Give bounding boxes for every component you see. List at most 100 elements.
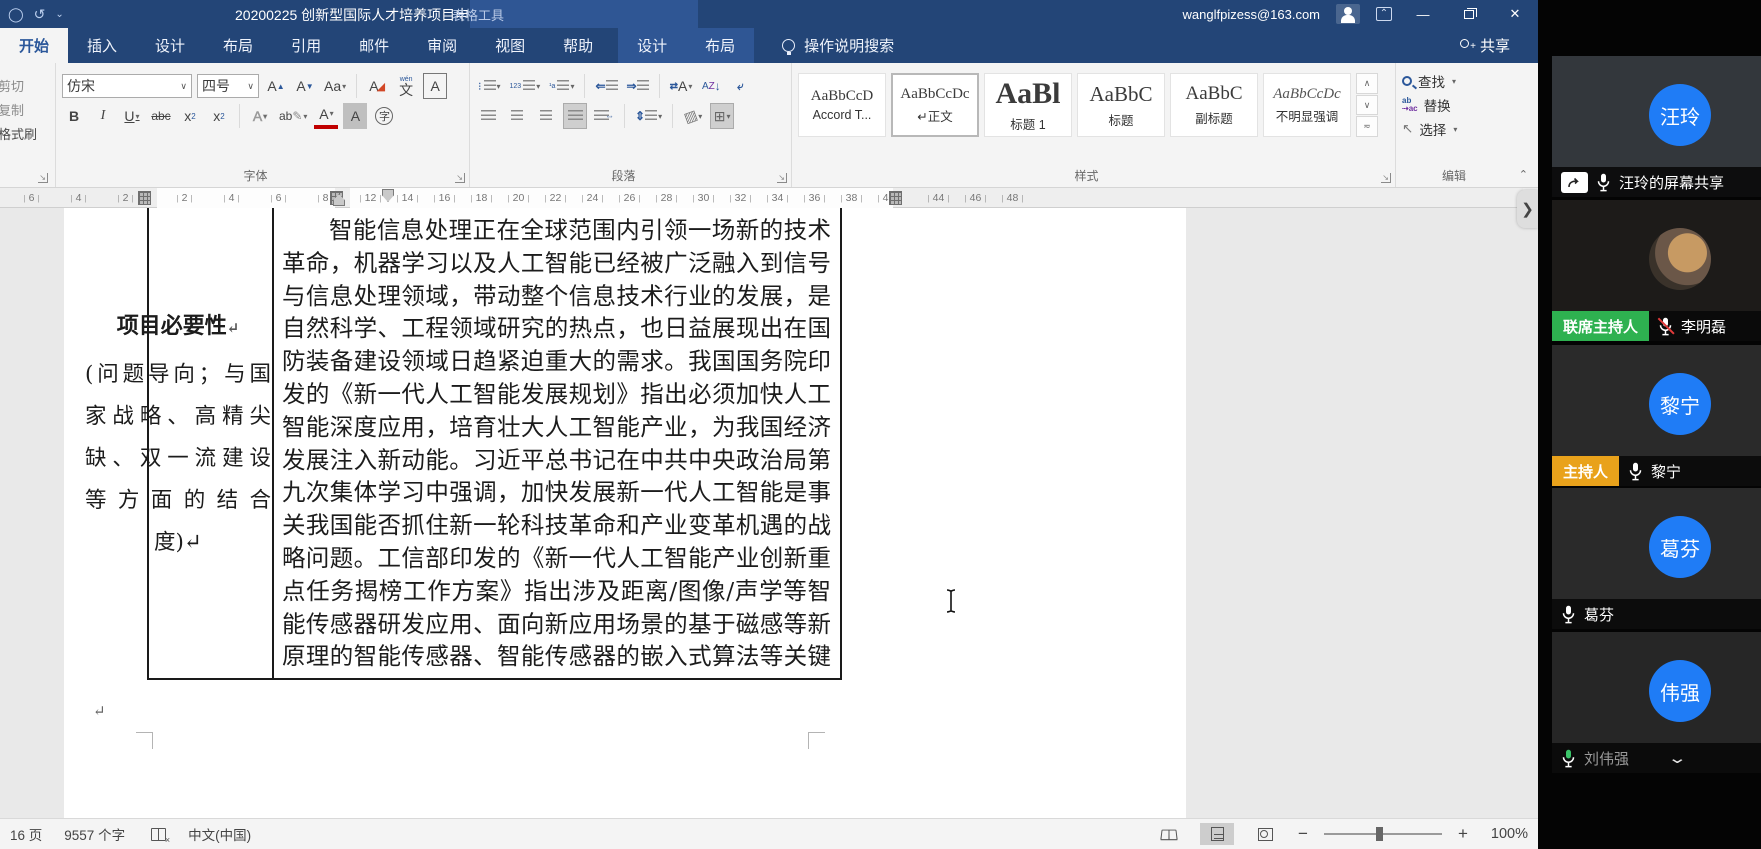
- page-count[interactable]: 16 页: [10, 824, 42, 844]
- bold-button[interactable]: B: [62, 103, 86, 129]
- font-name-combo[interactable]: 仿宋∨: [62, 74, 192, 98]
- character-border-button[interactable]: A: [423, 73, 447, 99]
- participant-tile[interactable]: 葛芬 葛芬: [1552, 488, 1761, 629]
- account-avatar-icon[interactable]: [1336, 4, 1360, 24]
- ribbon-tab[interactable]: 帮助: [544, 28, 612, 63]
- justify-button[interactable]: [563, 103, 587, 129]
- distribute-button[interactable]: ⇔: [592, 103, 616, 129]
- contextual-ribbon-tab[interactable]: 设计: [618, 28, 686, 63]
- language-status[interactable]: 中文(中国): [188, 824, 251, 844]
- horizontal-ruler[interactable]: 642 2468 121416182022242628303234363840 …: [0, 188, 1523, 208]
- clipboard-dialog-launcher-icon[interactable]: [38, 173, 48, 183]
- font-color-button[interactable]: A▾: [314, 103, 338, 129]
- style-normal-selected[interactable]: AaBbCcDc ↵正文: [891, 73, 979, 137]
- ribbon-tab[interactable]: 插入: [68, 28, 136, 63]
- style-subtitle[interactable]: AaBbC 副标题: [1170, 73, 1258, 137]
- ribbon-tab[interactable]: 布局: [204, 28, 272, 63]
- restore-button[interactable]: [1454, 7, 1484, 22]
- change-case-button[interactable]: Aa▾: [322, 73, 348, 99]
- font-size-combo[interactable]: 四号∨: [197, 74, 259, 98]
- line-spacing-button[interactable]: ⇕▾: [633, 103, 664, 129]
- copy-button[interactable]: 复制: [0, 97, 55, 121]
- increase-indent-button[interactable]: ⇒: [625, 73, 651, 99]
- italic-button[interactable]: I: [91, 103, 115, 129]
- print-layout-button[interactable]: [1200, 823, 1234, 845]
- multilevel-list-button[interactable]: ¹a▾: [547, 73, 576, 99]
- text-effects-button[interactable]: A▾: [248, 103, 272, 129]
- sort-button[interactable]: AZ↓: [699, 73, 723, 99]
- zoom-out-button[interactable]: −: [1296, 824, 1310, 844]
- select-button[interactable]: ↖ 选择▾: [1402, 117, 1520, 141]
- align-left-button[interactable]: [476, 103, 500, 129]
- asian-layout-button[interactable]: ⇄A▾: [668, 73, 695, 99]
- participant-tile[interactable]: 伟强 刘伟强 ⌄: [1552, 632, 1761, 773]
- undo-icon[interactable]: ↺: [34, 6, 46, 23]
- ribbon-tab[interactable]: 引用: [272, 28, 340, 63]
- zoom-in-button[interactable]: +: [1456, 824, 1470, 844]
- styles-scroll-down-icon[interactable]: ∨: [1356, 95, 1378, 116]
- subscript-button[interactable]: x2: [178, 103, 202, 129]
- ribbon-tab[interactable]: 邮件: [340, 28, 408, 63]
- styles-dialog-launcher-icon[interactable]: [1381, 173, 1391, 183]
- styles-scroll-up-icon[interactable]: ∧: [1356, 73, 1378, 94]
- chevron-down-icon[interactable]: ⌄: [1667, 749, 1687, 767]
- qat-customize-chevron-icon[interactable]: ⌄: [55, 9, 63, 20]
- collapse-ribbon-icon[interactable]: ⌃: [1519, 168, 1528, 181]
- participant-tile[interactable]: 黎宁 主持人 黎宁: [1552, 345, 1761, 486]
- strikethrough-button[interactable]: abc: [149, 103, 173, 129]
- proofing-status-icon[interactable]: [151, 828, 166, 841]
- ribbon-tab[interactable]: 设计: [136, 28, 204, 63]
- cut-button[interactable]: 剪切: [0, 73, 55, 97]
- shading-button[interactable]: ▨▾: [681, 103, 705, 129]
- share-button[interactable]: 共享: [1457, 28, 1510, 63]
- paragraph-dialog-launcher-icon[interactable]: [777, 173, 787, 183]
- highlight-color-button[interactable]: ab✎▾: [277, 103, 309, 129]
- styles-gallery-more-icon[interactable]: ≂: [1356, 116, 1378, 137]
- read-mode-button[interactable]: [1152, 823, 1186, 845]
- ribbon-tab[interactable]: 视图: [476, 28, 544, 63]
- participant-tile[interactable]: 汪玲 汪玲的屏幕共享: [1552, 56, 1761, 197]
- character-shading-button[interactable]: A: [343, 103, 367, 129]
- collapsed-pane-handle[interactable]: ❯: [1517, 190, 1538, 228]
- zoom-slider-thumb[interactable]: [1376, 827, 1383, 841]
- autosave-icon[interactable]: ◯: [8, 6, 24, 23]
- document-canvas[interactable]: 项目必要性↵ (问题导向；与国家战略、高精尖缺、双一流建设等方面的结合度)↵ 智…: [0, 208, 1538, 818]
- tell-me-search[interactable]: 操作说明搜索: [782, 28, 894, 63]
- grow-font-button[interactable]: A▲: [264, 73, 288, 99]
- phonetic-guide-button[interactable]: wén文: [394, 73, 418, 99]
- table-left-cell[interactable]: 项目必要性↵ (问题导向；与国家战略、高精尖缺、双一流建设等方面的结合度)↵: [85, 308, 271, 564]
- ribbon-tab[interactable]: 开始: [0, 28, 68, 63]
- clear-formatting-button[interactable]: A◢: [365, 73, 389, 99]
- format-painter-button[interactable]: 格式刷: [0, 121, 55, 145]
- superscript-button[interactable]: x2: [207, 103, 231, 129]
- style-accord[interactable]: AaBbCcD Accord T...: [798, 73, 886, 137]
- underline-button[interactable]: U▾: [120, 103, 144, 129]
- bullets-button[interactable]: ⁝▾: [476, 73, 503, 99]
- align-center-button[interactable]: [505, 103, 529, 129]
- style-heading1[interactable]: AaBl 标题 1: [984, 73, 1072, 137]
- decrease-indent-button[interactable]: ⇐: [593, 73, 619, 99]
- align-right-button[interactable]: [534, 103, 558, 129]
- numbering-button[interactable]: 123▾: [508, 73, 543, 99]
- ribbon-display-options-icon[interactable]: ⌃: [1376, 7, 1392, 21]
- word-count[interactable]: 9557 个字: [64, 824, 125, 844]
- zoom-slider[interactable]: [1324, 833, 1442, 835]
- zoom-level[interactable]: 100%: [1484, 826, 1528, 842]
- ribbon-tab[interactable]: 审阅: [408, 28, 476, 63]
- shrink-font-button[interactable]: A▼: [293, 73, 317, 99]
- contextual-ribbon-tab[interactable]: 布局: [686, 28, 754, 63]
- show-marks-button[interactable]: ⤶: [728, 73, 752, 99]
- table-column-marker-icon[interactable]: [889, 191, 902, 205]
- account-email[interactable]: wanglfpizess@163.com: [1183, 7, 1320, 22]
- borders-button[interactable]: ⊞▾: [710, 103, 734, 129]
- minimize-button[interactable]: —: [1408, 7, 1438, 22]
- participant-tile[interactable]: 联席主持人 李明磊: [1552, 200, 1761, 341]
- table-right-cell[interactable]: 智能信息处理正在全球范围内引领一场新的技术革命，机器学习以及人工智能已经被广泛融…: [282, 214, 831, 673]
- close-button[interactable]: ✕: [1500, 6, 1530, 22]
- web-layout-button[interactable]: [1248, 823, 1282, 845]
- table-column-marker-icon[interactable]: [138, 191, 151, 205]
- font-dialog-launcher-icon[interactable]: [455, 173, 465, 183]
- style-title[interactable]: AaBbC 标题: [1077, 73, 1165, 137]
- style-subtle-emphasis[interactable]: AaBbCcDc 不明显强调: [1263, 73, 1351, 137]
- replace-button[interactable]: ab⇢ac 替换: [1402, 93, 1520, 117]
